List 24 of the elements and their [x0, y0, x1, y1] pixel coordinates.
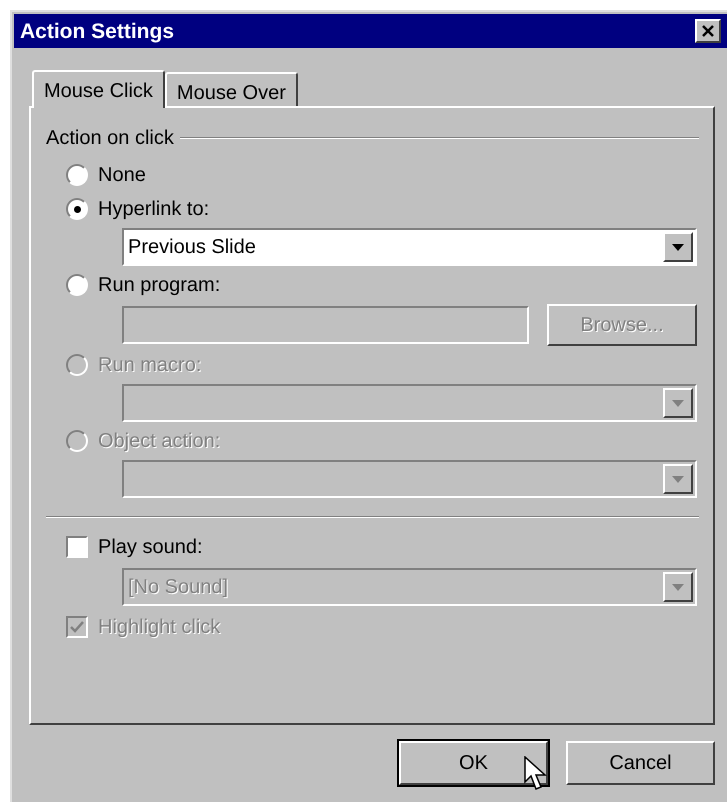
- option-label: Play sound:: [98, 537, 203, 557]
- group-title: Action on click: [46, 128, 174, 148]
- tab[interactable]: Mouse Click: [32, 70, 165, 108]
- dropdown-field[interactable]: Previous Slide: [122, 228, 697, 266]
- dropdown-value: Previous Slide: [128, 237, 256, 257]
- option-label: None: [98, 165, 146, 185]
- option-label: Run macro:: [98, 355, 202, 375]
- option-label: Object action:: [98, 431, 220, 451]
- window-title: Action Settings: [20, 20, 174, 42]
- close-button[interactable]: [695, 19, 721, 43]
- option-label: Run program:: [98, 275, 220, 295]
- mouse-pointer-icon: [524, 756, 548, 792]
- close-icon: [702, 25, 714, 37]
- checkmark-icon: [70, 621, 84, 633]
- dialog-button[interactable]: Cancel: [566, 741, 715, 785]
- radio-button[interactable]: [66, 198, 88, 220]
- tab[interactable]: Mouse Over: [164, 72, 298, 106]
- dropdown-value: [No Sound]: [128, 577, 228, 597]
- checkbox[interactable]: [66, 536, 88, 558]
- radio-button[interactable]: [66, 274, 88, 296]
- radio-button[interactable]: [66, 164, 88, 186]
- dialog-button[interactable]: OK: [399, 741, 548, 785]
- option-label: Highlight click: [98, 617, 220, 637]
- option-label: Hyperlink to:: [98, 199, 210, 219]
